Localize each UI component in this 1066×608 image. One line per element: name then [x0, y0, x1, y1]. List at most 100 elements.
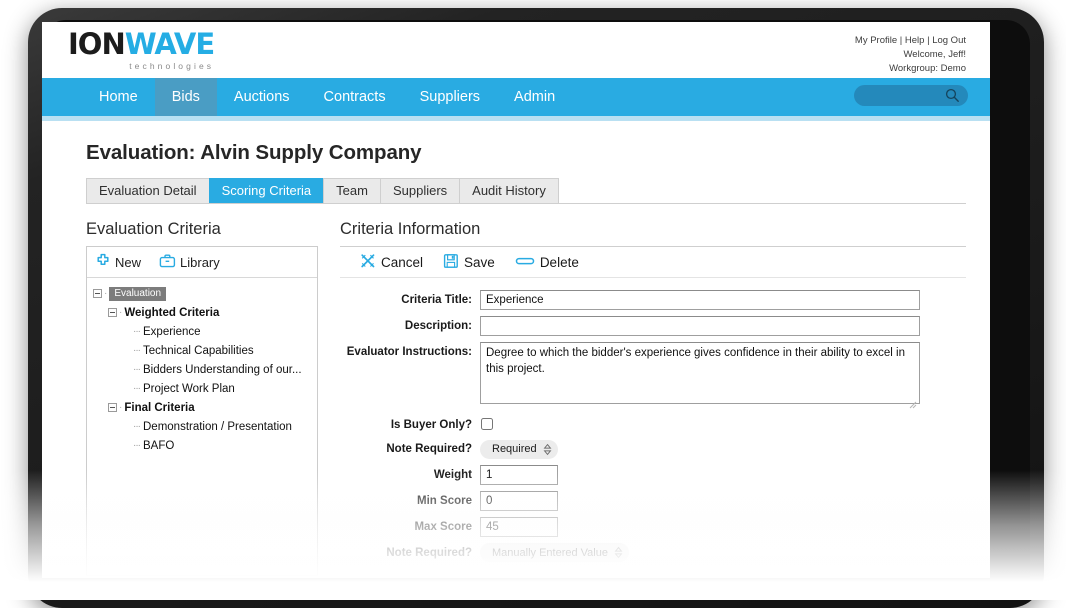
- min-score-label: Min Score: [417, 494, 472, 507]
- global-search[interactable]: [854, 85, 968, 106]
- help-link[interactable]: Help: [905, 35, 925, 46]
- app-logo[interactable]: IONWAVE technologies: [68, 27, 215, 71]
- new-criteria-button[interactable]: New: [95, 253, 141, 272]
- library-label: Library: [180, 254, 220, 270]
- welcome-text: Welcome, Jeff!: [903, 49, 966, 61]
- tab-evaluation-detail[interactable]: Evaluation Detail: [86, 178, 209, 203]
- criteria-tree-toolbar: New Library: [87, 247, 317, 278]
- user-info-bar: My Profile | Help | Log Out Welcome, Jef…: [855, 34, 966, 76]
- tree-leaf-icon: ···: [133, 364, 141, 375]
- criteria-title-label: Criteria Title:: [401, 294, 472, 306]
- chevron-updown-icon: [543, 443, 552, 456]
- tree-node-label: Technical Capabilities: [143, 344, 254, 357]
- note-required-select[interactable]: Required: [480, 439, 558, 459]
- my-profile-link[interactable]: My Profile: [855, 35, 897, 46]
- tree-node-label: BAFO: [143, 439, 175, 452]
- criteria-title-input[interactable]: [480, 290, 920, 310]
- field-row-is-buyer-only: Is Buyer Only?: [340, 415, 966, 433]
- field-row-criteria-title: Criteria Title:: [340, 290, 966, 310]
- field-row-min-score: Min Score: [340, 490, 966, 511]
- field-row-score-type: Note Required? Manually Entered Value: [340, 543, 966, 562]
- tab-suppliers[interactable]: Suppliers: [379, 178, 460, 203]
- cancel-button[interactable]: Cancel: [360, 253, 423, 272]
- evaluator-instructions-label: Evaluator Instructions:: [346, 346, 472, 358]
- save-button[interactable]: Save: [443, 253, 495, 272]
- tree-node-experience[interactable]: ··· Experience: [91, 322, 317, 341]
- floppy-disk-icon: [443, 253, 459, 272]
- tab-team[interactable]: Team: [323, 178, 380, 203]
- log-out-link[interactable]: Log Out: [932, 35, 966, 46]
- collapse-toggle-icon[interactable]: [108, 308, 117, 317]
- tree-node-bafo[interactable]: ··· BAFO: [91, 436, 317, 455]
- tree-leaf-icon: ···: [133, 383, 141, 394]
- nav-item-contracts[interactable]: Contracts: [307, 78, 403, 116]
- tree-leaf-icon: ···: [133, 440, 141, 451]
- criteria-information-column: Criteria Information Cancel Save Delete …: [340, 220, 966, 576]
- description-input[interactable]: [480, 316, 920, 336]
- field-row-max-score: Max Score: [340, 516, 966, 537]
- delete-label: Delete: [539, 254, 579, 270]
- score-type-value: Manually Entered Value: [492, 546, 608, 559]
- score-type-select[interactable]: Manually Entered Value: [480, 543, 629, 562]
- tree-node-label: Demonstration / Presentation: [143, 420, 292, 433]
- nav-item-bids[interactable]: Bids: [154, 78, 217, 116]
- tree-node-weighted-criteria[interactable]: · Weighted Criteria: [91, 303, 317, 322]
- browser-viewport: IONWAVE technologies My Profile | Help |…: [42, 22, 990, 578]
- library-button[interactable]: Library: [159, 253, 220, 272]
- field-row-note-required: Note Required? Required: [340, 439, 966, 459]
- tab-scoring-criteria[interactable]: Scoring Criteria: [208, 178, 324, 203]
- briefcase-icon: [159, 253, 176, 272]
- is-buyer-only-checkbox[interactable]: [481, 418, 493, 430]
- nav-item-suppliers[interactable]: Suppliers: [403, 78, 497, 116]
- tree-node-evaluation[interactable]: · Evaluation: [91, 284, 317, 303]
- max-score-label: Max Score: [414, 520, 472, 533]
- description-label: Description:: [404, 320, 472, 332]
- weight-input[interactable]: [480, 464, 558, 485]
- score-type-label: Note Required?: [386, 546, 472, 559]
- chevron-updown-icon: [614, 546, 623, 559]
- delete-minus-icon: [515, 253, 535, 272]
- note-required-label: Note Required?: [386, 443, 472, 455]
- evaluator-instructions-textarea[interactable]: Degree to which the bidder's experience …: [480, 342, 920, 404]
- tree-node-final-criteria[interactable]: · Final Criteria: [91, 398, 317, 417]
- tree-node-label: Weighted Criteria: [124, 306, 220, 319]
- plus-icon: [95, 253, 111, 272]
- tree-leaf-icon: ···: [133, 421, 141, 432]
- tab-strip: Evaluation Detail Scoring Criteria Team …: [86, 178, 966, 204]
- logo-primary-text: ION: [68, 27, 126, 61]
- page-title: Evaluation: Alvin Supply Company: [86, 141, 422, 164]
- min-score-input[interactable]: [480, 490, 558, 511]
- link-separator-1: |: [899, 35, 903, 46]
- tree-node-bidders-understanding[interactable]: ··· Bidders Understanding of our...: [91, 360, 317, 379]
- cancel-x-icon: [360, 253, 376, 272]
- tree-node-project-work-plan[interactable]: ··· Project Work Plan: [91, 379, 317, 398]
- search-icon: [945, 88, 960, 108]
- page-body: Evaluation: Alvin Supply Company Evaluat…: [42, 121, 990, 576]
- weight-label: Weight: [433, 468, 472, 481]
- field-row-evaluator-instructions: Evaluator Instructions: Degree to which …: [340, 342, 966, 409]
- field-row-description: Description:: [340, 316, 966, 336]
- workgroup-text: Workgroup: Demo: [889, 63, 966, 75]
- max-score-input[interactable]: [480, 516, 558, 537]
- tree-node-demonstration-presentation[interactable]: ··· Demonstration / Presentation: [91, 417, 317, 436]
- link-separator-2: |: [927, 35, 930, 46]
- nav-item-admin[interactable]: Admin: [497, 78, 572, 116]
- tree-node-technical-capabilities[interactable]: ··· Technical Capabilities: [91, 341, 317, 360]
- main-navigation: Home Bids Auctions Contracts Suppliers A…: [42, 78, 990, 116]
- criteria-information-heading: Criteria Information: [340, 220, 481, 238]
- tree-leaf-icon: ···: [133, 345, 141, 356]
- criteria-form: Criteria Title: Description: Evaluator I…: [340, 290, 966, 562]
- criteria-tree-panel: New Library · Evaluation · Weighted Crit…: [86, 246, 318, 576]
- field-row-weight: Weight: [340, 464, 966, 485]
- content-columns: Evaluation Criteria New Library · Evalua…: [86, 220, 966, 576]
- criteria-form-toolbar: Cancel Save Delete: [340, 246, 966, 278]
- collapse-toggle-icon[interactable]: [93, 289, 102, 298]
- new-criteria-label: New: [115, 254, 142, 270]
- delete-button[interactable]: Delete: [515, 253, 579, 272]
- search-input[interactable]: [854, 85, 946, 105]
- tab-audit-history[interactable]: Audit History: [459, 178, 559, 203]
- nav-item-auctions[interactable]: Auctions: [217, 78, 307, 116]
- nav-item-home[interactable]: Home: [82, 78, 155, 116]
- collapse-toggle-icon[interactable]: [108, 403, 117, 412]
- logo-tagline: technologies: [129, 61, 215, 71]
